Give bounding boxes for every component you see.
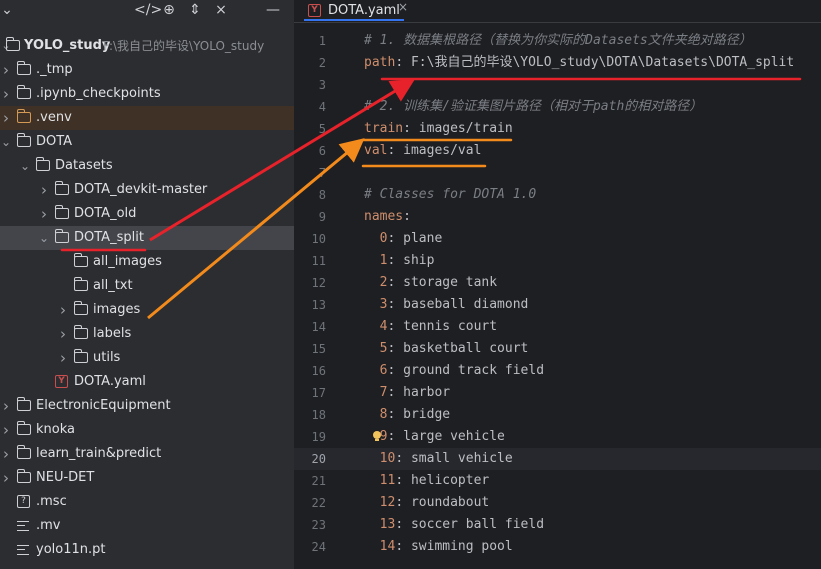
arrow-orange — [147, 138, 365, 320]
arrow-red — [149, 78, 416, 242]
annotation-layer — [60, 77, 802, 320]
